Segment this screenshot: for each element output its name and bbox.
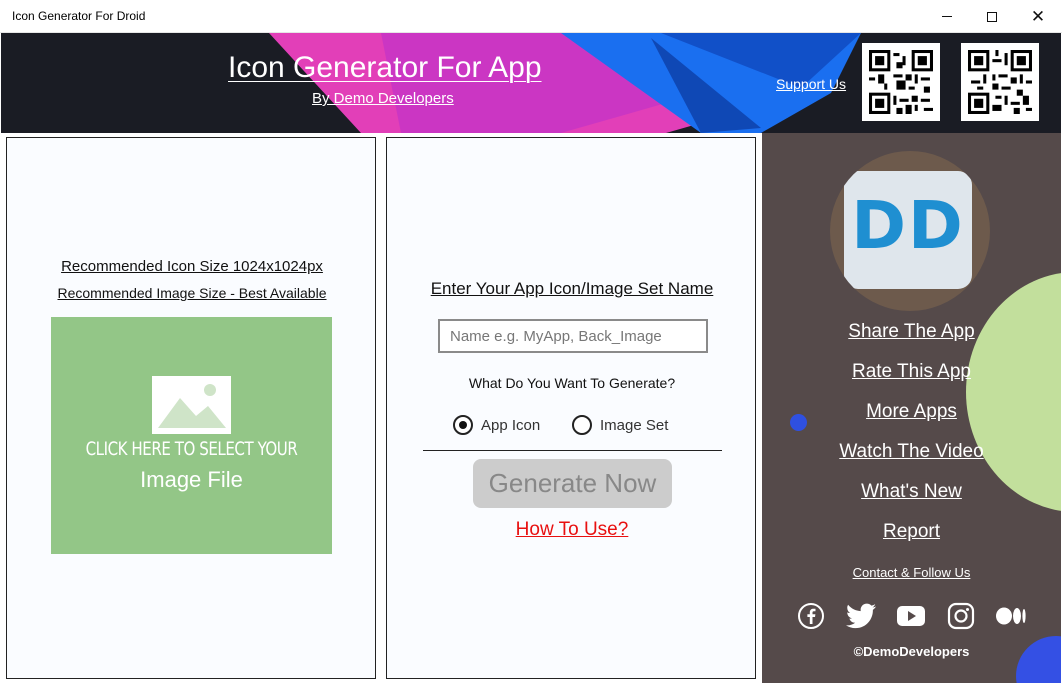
radio-unselected-icon [572,415,592,435]
watch-video-link[interactable]: Watch The Video [762,441,1061,463]
decorative-circle [966,272,1061,512]
minimize-icon [942,16,952,17]
image-set-radio-label: Image Set [600,416,669,434]
divider [423,450,722,451]
instagram-icon[interactable] [946,601,976,631]
developer-logo: DD [830,151,990,311]
contact-follow-link[interactable]: Contact & Follow Us [762,565,1061,580]
copyright-text: ©DemoDevelopers [853,644,970,659]
app-header: Icon Generator For App By Demo Developer… [1,33,1061,133]
name-label: Enter Your App Icon/Image Set Name [430,279,714,298]
maximize-icon [987,11,997,22]
app-icon-radio[interactable]: App Icon [453,415,540,435]
report-link[interactable]: Report [762,521,1061,543]
medium-icon[interactable] [996,601,1026,631]
select-image-button[interactable]: CLICK HERE TO SELECT YOUR Image File [51,317,332,554]
image-set-radio[interactable]: Image Set [572,415,668,435]
generate-type-question: What Do You Want To Generate? [468,375,676,391]
window-titlebar: Icon Generator For Droid ✕ [0,0,1062,33]
developer-link[interactable]: By Demo Developers [312,90,454,107]
generate-panel: Enter Your App Icon/Image Set Name What … [386,137,756,679]
minimize-button[interactable] [924,0,970,33]
links-sidebar: DD Share The App Rate This App More Apps… [762,133,1061,683]
twitter-icon[interactable] [846,601,876,631]
facebook-icon[interactable] [796,601,826,631]
share-app-link[interactable]: Share The App [762,321,1061,343]
recommended-image-size: Recommended Image Size - Best Available [57,285,327,301]
close-button[interactable]: ✕ [1015,0,1061,33]
rate-app-link[interactable]: Rate This App [762,361,1061,383]
select-image-text: CLICK HERE TO SELECT YOUR [85,438,298,460]
generate-now-button[interactable]: Generate Now [473,459,672,508]
whats-new-link[interactable]: What's New [762,481,1061,503]
youtube-icon[interactable] [896,601,926,631]
maximize-button[interactable] [969,0,1015,33]
support-us-link[interactable]: Support Us [776,76,846,92]
recommended-icon-size: Recommended Icon Size 1024x1024px [61,258,323,275]
more-apps-link[interactable]: More Apps [762,401,1061,423]
logo-text: DD [851,187,965,264]
radio-selected-icon [453,415,473,435]
image-placeholder-icon [152,376,231,434]
app-title[interactable]: Icon Generator For App [228,51,542,85]
select-image-subtext: Image File [140,467,243,492]
how-to-use-link[interactable]: How To Use? [387,519,757,541]
window-title: Icon Generator For Droid [12,9,146,23]
image-select-panel: Recommended Icon Size 1024x1024px Recomm… [6,137,376,679]
name-input[interactable] [438,319,708,353]
app-icon-radio-label: App Icon [481,416,541,434]
qr-code-icon[interactable] [862,43,940,121]
qr-code-icon[interactable] [961,43,1039,121]
